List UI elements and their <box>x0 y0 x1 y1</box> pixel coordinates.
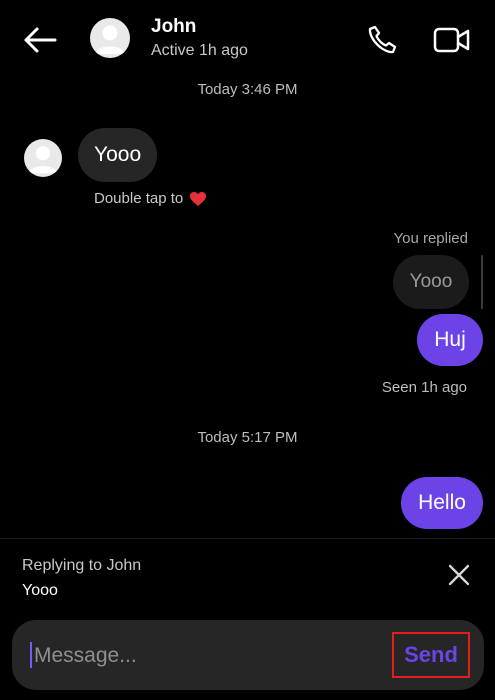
replying-to-text: Yooo <box>22 582 58 599</box>
sender-avatar[interactable] <box>24 139 62 177</box>
contact-name[interactable]: John <box>151 16 196 38</box>
video-call-button[interactable] <box>428 20 476 60</box>
quoted-message-bubble[interactable]: Yooo <box>393 255 469 309</box>
quote-indicator-bar <box>481 255 483 309</box>
outgoing-message-bubble[interactable]: Hello <box>401 477 483 529</box>
chat-header <box>0 0 495 80</box>
send-button[interactable]: Send <box>392 632 470 678</box>
reply-bar-divider <box>0 538 495 539</box>
text-cursor <box>30 642 32 668</box>
double-tap-hint-text: Double tap to <box>94 190 184 207</box>
active-status: Active 1h ago <box>151 42 248 59</box>
default-avatar-icon <box>28 146 58 174</box>
video-camera-icon <box>433 27 470 53</box>
replying-to-label: Replying to John <box>22 557 142 574</box>
heart-icon <box>190 191 207 206</box>
you-replied-label: You replied <box>393 230 468 247</box>
voice-call-button[interactable] <box>360 20 404 60</box>
phone-icon <box>368 25 397 54</box>
seen-status: Seen 1h ago <box>381 379 467 396</box>
close-icon <box>448 564 470 586</box>
back-button[interactable] <box>18 18 62 62</box>
double-tap-hint: Double tap to <box>94 190 207 207</box>
incoming-message-bubble[interactable]: Yooo <box>78 128 158 182</box>
message-input[interactable] <box>34 638 364 674</box>
timestamp-divider: Today 3:46 PM <box>197 81 298 98</box>
back-arrow-icon <box>24 27 57 53</box>
cancel-reply-button[interactable] <box>440 556 478 594</box>
default-avatar-icon <box>95 25 125 54</box>
contact-avatar[interactable] <box>90 18 130 58</box>
timestamp-divider: Today 5:17 PM <box>197 429 298 446</box>
outgoing-message-bubble[interactable]: Huj <box>417 314 483 366</box>
